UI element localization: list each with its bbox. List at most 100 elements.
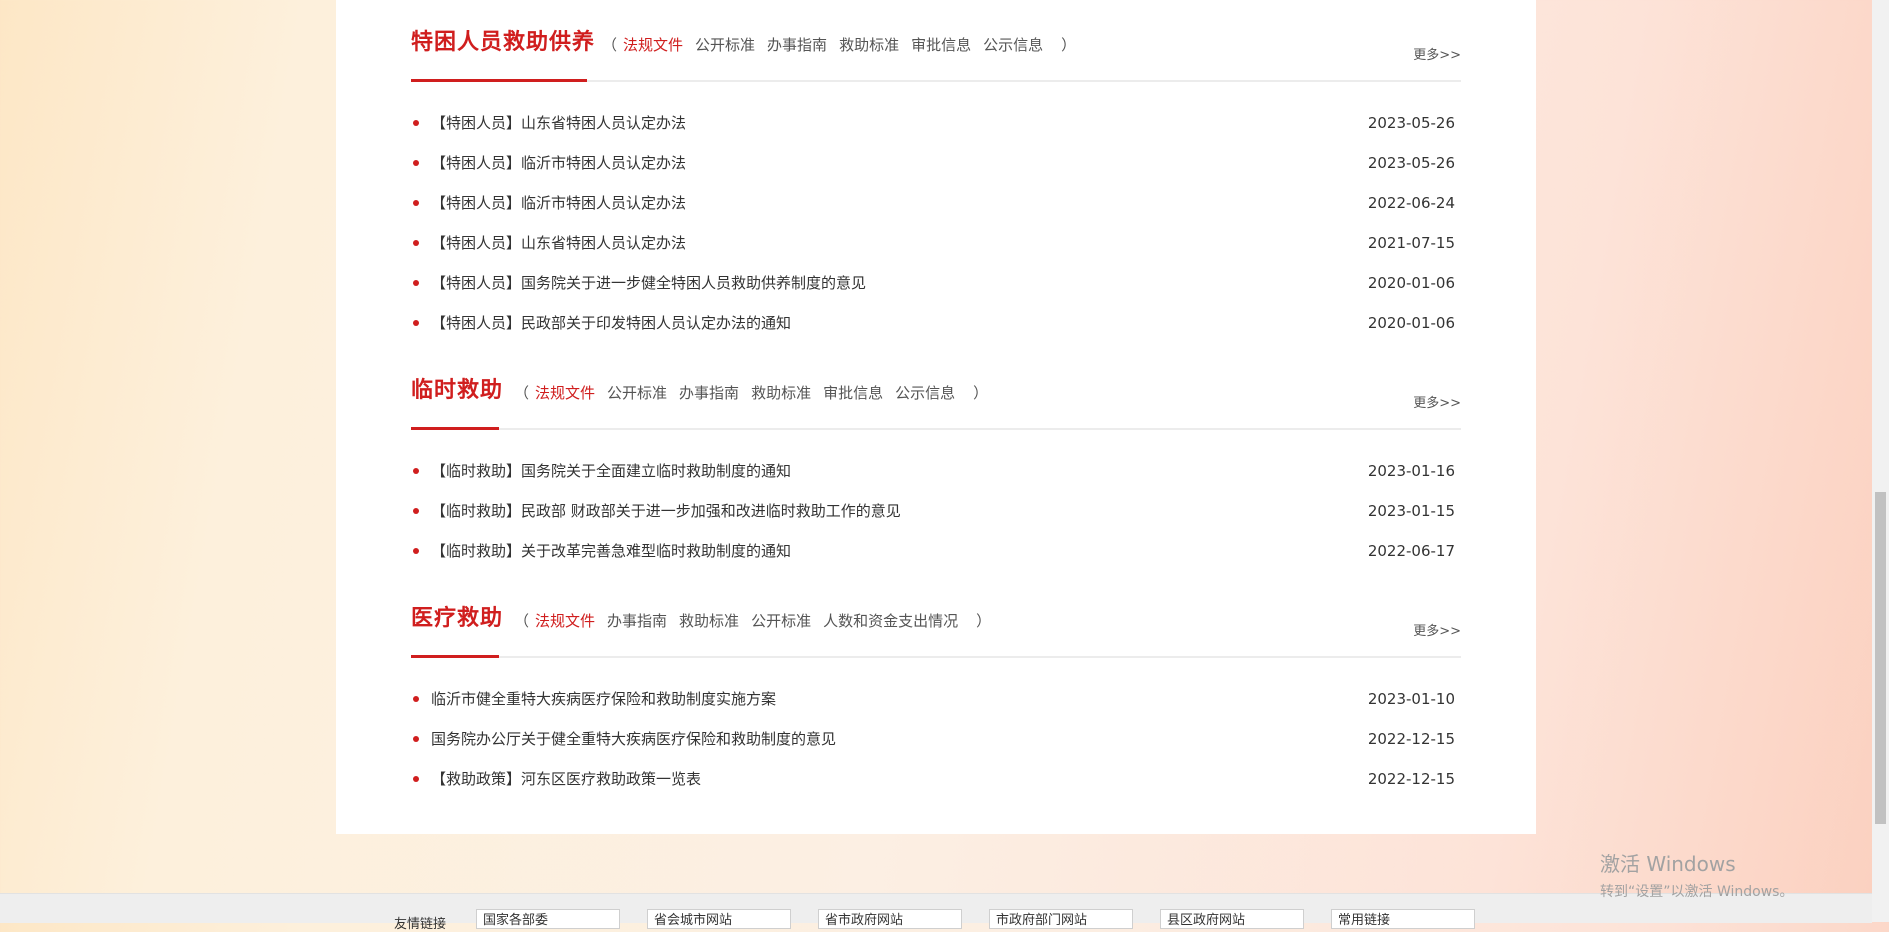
list-item[interactable]: 【临时救助】国务院关于全面建立临时救助制度的通知 2023-01-16 (411, 451, 1461, 491)
bullet-dot (413, 160, 419, 166)
tab-jiuzhu-biaozhun[interactable]: 救助标准 (679, 612, 739, 630)
title-underline (411, 655, 499, 658)
tab-gongshi-xinxi[interactable]: 公示信息 (895, 384, 955, 402)
tab-renshu-zijin[interactable]: 人数和资金支出情况 (823, 612, 958, 630)
watermark-line-1: 激活 Windows (1600, 852, 1736, 876)
item-date: 2023-01-15 (1367, 502, 1455, 520)
tab-jiuzhu-biaozhun[interactable]: 救助标准 (751, 384, 811, 402)
list-item[interactable]: 【特困人员】临沂市特困人员认定办法 2022-06-24 (411, 183, 1461, 223)
item-date: 2020-01-06 (1367, 314, 1455, 332)
item-date: 2022-06-17 (1367, 542, 1455, 560)
more-link[interactable]: 更多>> (1413, 392, 1461, 411)
list-item[interactable]: 【特困人员】临沂市特困人员认定办法 2023-05-26 (411, 143, 1461, 183)
tab-banshi-zhinan[interactable]: 办事指南 (607, 612, 667, 630)
bullet-dot (413, 468, 419, 474)
bullet-dot (413, 280, 419, 286)
section-header: 医疗救助 （ 法规文件 办事指南 救助标准 公开标准 人数和资金支出情况 ） 更多>> (411, 576, 1461, 658)
tab-jiuzhu-biaozhun[interactable]: 救助标准 (839, 36, 899, 54)
section-title[interactable]: 特困人员救助供养 (411, 24, 595, 56)
section-title[interactable]: 医疗救助 (411, 600, 503, 632)
item-title[interactable]: 国务院办公厅关于健全重特大疾病医疗保险和救助制度的意见 (431, 719, 836, 759)
item-title[interactable]: 【特困人员】山东省特困人员认定办法 (431, 103, 686, 143)
tab-gongkai-biaozhun[interactable]: 公开标准 (695, 36, 755, 54)
item-date: 2021-07-15 (1367, 234, 1455, 252)
title-underline (411, 79, 587, 82)
bullet-dot (413, 548, 419, 554)
item-title[interactable]: 【特困人员】临沂市特困人员认定办法 (431, 183, 686, 223)
list-item[interactable]: 国务院办公厅关于健全重特大疾病医疗保险和救助制度的意见 2022-12-15 (411, 719, 1461, 759)
link-select-departments[interactable]: 市政府部门网站 (989, 909, 1133, 929)
list-item[interactable]: 【临时救助】关于改革完善急难型临时救助制度的通知 2022-06-17 (411, 531, 1461, 571)
links-footer-bar: 友情链接 国家各部委 省会城市网站 省市政府网站 市政府部门网站 县区政府网站 … (0, 893, 1872, 932)
list-item[interactable]: 【特困人员】民政部关于印发特困人员认定办法的通知 2020-01-06 (411, 303, 1461, 343)
section-tabs: （ 法规文件 办事指南 救助标准 公开标准 人数和资金支出情况 ） (508, 610, 997, 631)
scrollbar-thumb[interactable] (1875, 492, 1886, 824)
list-item[interactable]: 【特困人员】山东省特困人员认定办法 2021-07-15 (411, 223, 1461, 263)
link-select-county-governments[interactable]: 县区政府网站 (1160, 909, 1304, 929)
section-title[interactable]: 临时救助 (411, 372, 503, 404)
item-title[interactable]: 【救助政策】河东区医疗救助政策一览表 (431, 759, 701, 799)
list-item[interactable]: 临沂市健全重特大疾病医疗保险和救助制度实施方案 2023-01-10 (411, 679, 1461, 719)
item-date: 2023-05-26 (1367, 114, 1455, 132)
section-tekun: 特困人员救助供养 （ 法规文件 公开标准 办事指南 救助标准 审批信息 公示信息 ） 更多>>… (411, 0, 1461, 332)
watermark-line-2: 转到“设置”以激活 Windows。 (1600, 884, 1794, 900)
link-select-capital-cities[interactable]: 省会城市网站 (647, 909, 791, 929)
item-title[interactable]: 【临时救助】民政部 财政部关于进一步加强和改进临时救助工作的意见 (431, 491, 901, 531)
item-title[interactable]: 【特困人员】民政部关于印发特困人员认定办法的通知 (431, 303, 791, 343)
article-list: 临沂市健全重特大疾病医疗保险和救助制度实施方案 2023-01-10 国务院办公厅… (411, 679, 1461, 799)
tab-fagui[interactable]: 法规文件 (535, 612, 595, 630)
section-tabs: （ 法规文件 公开标准 办事指南 救助标准 审批信息 公示信息 ） (596, 34, 1082, 55)
open-paren: （ (602, 36, 618, 54)
main-content-panel: 特困人员救助供养 （法规文件 公开标准 办事指南 救助标准 审批信息 公示信息） 更多>>… (336, 0, 1536, 834)
title-underline (411, 427, 499, 430)
item-title[interactable]: 【特困人员】临沂市特困人员认定办法 (431, 143, 686, 183)
bullet-dot (413, 320, 419, 326)
link-select-city-governments[interactable]: 省市政府网站 (818, 909, 962, 929)
vertical-scrollbar[interactable] (1872, 0, 1889, 922)
section-header: 特困人员救助供养 （ 法规文件 公开标准 办事指南 救助标准 审批信息 公示信息 ） 更多>> (411, 0, 1461, 82)
tab-fagui[interactable]: 法规文件 (535, 384, 595, 402)
tab-banshi-zhinan[interactable]: 办事指南 (679, 384, 739, 402)
item-date: 2023-05-26 (1367, 154, 1455, 172)
close-paren: ） (976, 612, 992, 630)
item-title[interactable]: 【临时救助】国务院关于全面建立临时救助制度的通知 (431, 451, 791, 491)
tab-gongkai-biaozhun[interactable]: 公开标准 (751, 612, 811, 630)
item-date: 2020-01-06 (1367, 274, 1455, 292)
tab-shenpi-xinxi[interactable]: 审批信息 (823, 384, 883, 402)
tab-fagui[interactable]: 法规文件 (623, 36, 683, 54)
item-title[interactable]: 【临时救助】关于改革完善急难型临时救助制度的通知 (431, 531, 791, 571)
bullet-dot (413, 736, 419, 742)
more-link[interactable]: 更多>> (1413, 620, 1461, 639)
link-select-common[interactable]: 常用链接 (1331, 909, 1475, 929)
bullet-dot (413, 120, 419, 126)
list-item[interactable]: 【救助政策】河东区医疗救助政策一览表 2022-12-15 (411, 759, 1461, 799)
bullet-dot (413, 200, 419, 206)
more-link[interactable]: 更多>> (1413, 44, 1461, 63)
item-date: 2023-01-10 (1367, 690, 1455, 708)
item-date: 2022-06-24 (1367, 194, 1455, 212)
list-item[interactable]: 【特困人员】山东省特困人员认定办法 2023-05-26 (411, 103, 1461, 143)
tab-banshi-zhinan[interactable]: 办事指南 (767, 36, 827, 54)
item-date: 2023-01-16 (1367, 462, 1455, 480)
tab-shenpi-xinxi[interactable]: 审批信息 (911, 36, 971, 54)
article-list: 【特困人员】山东省特困人员认定办法 2023-05-26 【特困人员】临沂市特困人… (411, 103, 1461, 343)
bullet-dot (413, 240, 419, 246)
open-paren: （ (514, 612, 530, 630)
section-linshi: 临时救助 （ 法规文件 公开标准 办事指南 救助标准 审批信息 公示信息 ） 更多>> 【临时… (411, 348, 1461, 560)
list-item[interactable]: 【临时救助】民政部 财政部关于进一步加强和改进临时救助工作的意见 2023-01-… (411, 491, 1461, 531)
friendly-links-label: 友情链接 (394, 917, 447, 932)
tab-gongkai-biaozhun[interactable]: 公开标准 (607, 384, 667, 402)
item-date: 2022-12-15 (1367, 770, 1455, 788)
tab-gongshi-xinxi[interactable]: 公示信息 (983, 36, 1043, 54)
item-title[interactable]: 【特困人员】国务院关于进一步健全特困人员救助供养制度的意见 (431, 263, 866, 303)
section-header: 临时救助 （ 法规文件 公开标准 办事指南 救助标准 审批信息 公示信息 ） 更多>> (411, 348, 1461, 430)
section-tabs: （ 法规文件 公开标准 办事指南 救助标准 审批信息 公示信息 ） (508, 382, 994, 403)
close-paren: ） (1061, 36, 1077, 54)
item-title[interactable]: 临沂市健全重特大疾病医疗保险和救助制度实施方案 (431, 679, 776, 719)
list-item[interactable]: 【特困人员】国务院关于进一步健全特困人员救助供养制度的意见 2020-01-06 (411, 263, 1461, 303)
item-title[interactable]: 【特困人员】山东省特困人员认定办法 (431, 223, 686, 263)
section-yiliao: 医疗救助 （ 法规文件 办事指南 救助标准 公开标准 人数和资金支出情况 ） 更多>> 临沂… (411, 576, 1461, 788)
windows-activation-watermark: 激活 Windows 转到“设置”以激活 Windows。 (1600, 848, 1793, 901)
open-paren: （ (514, 384, 530, 402)
link-select-ministries[interactable]: 国家各部委 (476, 909, 620, 929)
